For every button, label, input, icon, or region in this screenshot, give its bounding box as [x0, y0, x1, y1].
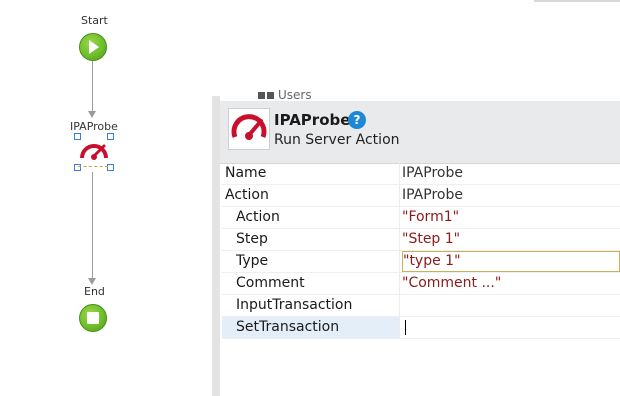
top-edge-strip	[534, 0, 620, 2]
end-node[interactable]	[79, 304, 107, 332]
end-label: End	[84, 285, 105, 298]
property-row[interactable]: Name IPAProbe	[222, 163, 620, 185]
help-icon[interactable]: ?	[348, 111, 366, 129]
arrowhead-icon	[88, 278, 96, 285]
property-value-focused[interactable]: "type 1"	[402, 251, 620, 272]
property-name: SetTransaction	[222, 317, 400, 338]
property-grid: Name IPAProbe Action IPAProbe Action "Fo…	[222, 163, 620, 339]
properties-title: IPAProbe	[274, 111, 351, 129]
property-row[interactable]: Action IPAProbe	[222, 185, 620, 207]
property-value[interactable]	[402, 295, 620, 316]
server-action-icon	[228, 108, 270, 150]
property-name: Action	[222, 185, 400, 206]
probe-label: IPAProbe	[70, 120, 118, 133]
background-tree-item: Users	[258, 88, 312, 102]
property-name: Action	[222, 207, 400, 228]
connector-start-probe	[92, 61, 93, 111]
properties-subtitle: Run Server Action	[274, 132, 400, 148]
arrowhead-icon	[88, 111, 96, 118]
panel-edge	[212, 96, 220, 396]
property-value[interactable]: "Form1"	[402, 207, 620, 228]
probe-gauge-icon	[80, 144, 108, 160]
property-row[interactable]: Type "type 1"	[222, 251, 620, 273]
property-value[interactable]: "Comment ..."	[402, 273, 620, 294]
property-value-input[interactable]	[402, 317, 620, 338]
text-caret	[405, 320, 406, 335]
play-icon	[89, 40, 99, 54]
property-value[interactable]: IPAProbe	[402, 163, 620, 184]
property-name: InputTransaction	[222, 295, 400, 316]
start-node[interactable]	[79, 33, 107, 61]
property-row[interactable]: Comment "Comment ..."	[222, 273, 620, 295]
connector-probe-end	[92, 172, 93, 278]
property-value[interactable]: IPAProbe	[402, 185, 620, 206]
property-value[interactable]: "Step 1"	[402, 229, 620, 250]
property-row[interactable]: Action "Form1"	[222, 207, 620, 229]
property-name: Step	[222, 229, 400, 250]
property-name: Type	[222, 251, 400, 272]
property-name: Name	[222, 163, 400, 184]
stop-icon	[87, 312, 99, 324]
property-name: Comment	[222, 273, 400, 294]
property-row[interactable]: InputTransaction	[222, 295, 620, 317]
property-row[interactable]: Step "Step 1"	[222, 229, 620, 251]
probe-node[interactable]	[74, 133, 114, 171]
node-underline	[78, 166, 108, 168]
property-row-selected[interactable]: SetTransaction	[222, 317, 620, 339]
start-label: Start	[81, 14, 108, 27]
